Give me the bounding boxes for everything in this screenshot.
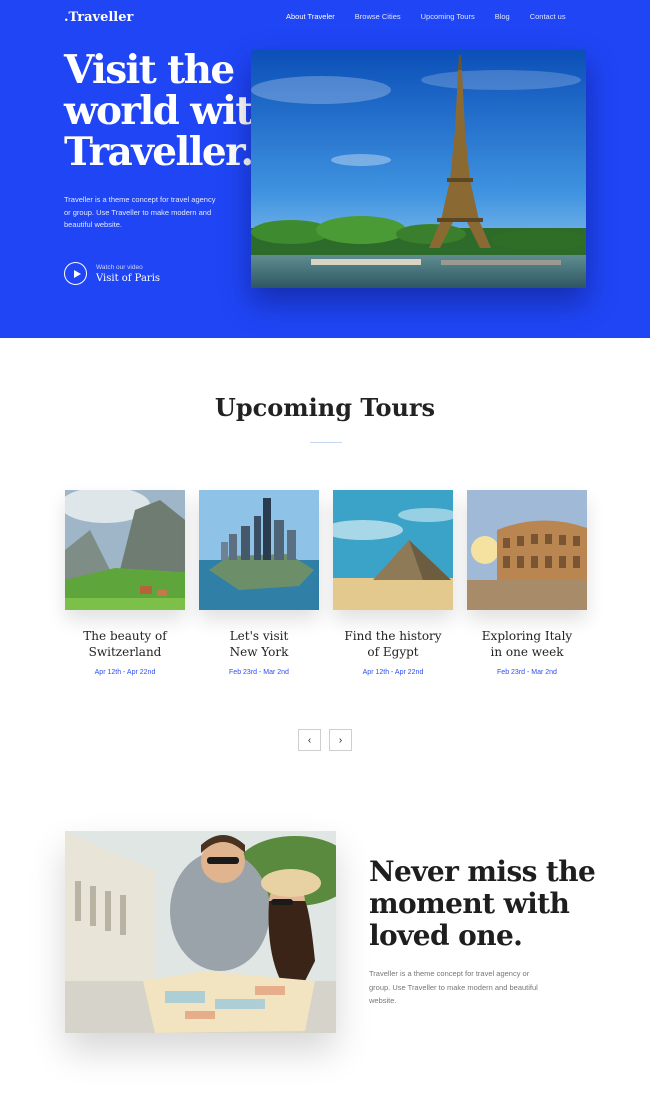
next-button[interactable]: › <box>329 729 352 751</box>
tour-title-line: Switzerland <box>88 645 162 659</box>
tour-dates: Feb 23rd - Mar 2nd <box>497 669 557 676</box>
feature-title: Never miss the moment with loved one. <box>369 855 596 952</box>
brand-logo[interactable]: .Traveller <box>64 10 133 25</box>
tour-card-new-york[interactable]: Let's visit New York Feb 23rd - Mar 2nd <box>199 490 319 676</box>
tour-title-line: Let's visit <box>229 629 289 643</box>
tour-dates: Apr 12th - Apr 22nd <box>94 669 156 676</box>
feature-description: Traveller is a theme concept for travel … <box>369 969 538 1005</box>
video-link[interactable]: Watch our video Visit of Paris <box>64 262 160 285</box>
couple-photo <box>65 831 336 1033</box>
tour-card-egypt[interactable]: Find the history of Egypt Apr 12th - Apr… <box>333 490 453 676</box>
hero-section: .Traveller About Traveler Browse Cities … <box>0 0 650 338</box>
tour-title-line: of Egypt <box>367 645 419 659</box>
nav-blog[interactable]: Blog <box>495 12 510 21</box>
nav-about[interactable]: About Traveler <box>286 12 335 21</box>
main-nav: About Traveler Browse Cities Upcoming To… <box>286 12 586 21</box>
nav-browse-cities[interactable]: Browse Cities <box>355 12 401 21</box>
upcoming-tours-title: Upcoming Tours <box>214 393 436 422</box>
tour-title-line: New York <box>229 645 289 659</box>
video-title[interactable]: Visit of Paris <box>96 273 160 284</box>
tour-image-egypt[interactable] <box>333 490 453 610</box>
tour-image-new-york[interactable] <box>199 490 319 610</box>
tour-title-line: Find the history <box>344 629 442 643</box>
tour-card-switzerland[interactable]: The beauty of Switzerland Apr 12th - Apr… <box>65 490 185 676</box>
tour-dates: Apr 12th - Apr 22nd <box>362 669 424 676</box>
nav-contact[interactable]: Contact us <box>530 12 566 21</box>
tour-dates: Feb 23rd - Mar 2nd <box>229 669 289 676</box>
tour-image-switzerland[interactable] <box>65 490 185 610</box>
hero-description: Traveller is a theme concept for travel … <box>64 195 216 229</box>
tour-title-line: Exploring Italy <box>481 629 573 643</box>
tour-title-line: in one week <box>490 645 564 659</box>
hero-title: Visit the world with Traveller. <box>64 47 280 175</box>
tour-title-line: The beauty of <box>83 629 167 643</box>
prev-button[interactable]: ‹ <box>298 729 321 751</box>
video-caption: Watch our video <box>96 263 143 271</box>
play-icon[interactable] <box>64 262 87 285</box>
tour-card-italy[interactable]: Exploring Italy in one week Feb 23rd - M… <box>467 490 587 676</box>
eiffel-tower-photo <box>251 50 586 288</box>
tour-image-italy[interactable] <box>467 490 587 610</box>
nav-upcoming-tours[interactable]: Upcoming Tours <box>421 12 475 21</box>
title-divider <box>310 442 342 443</box>
